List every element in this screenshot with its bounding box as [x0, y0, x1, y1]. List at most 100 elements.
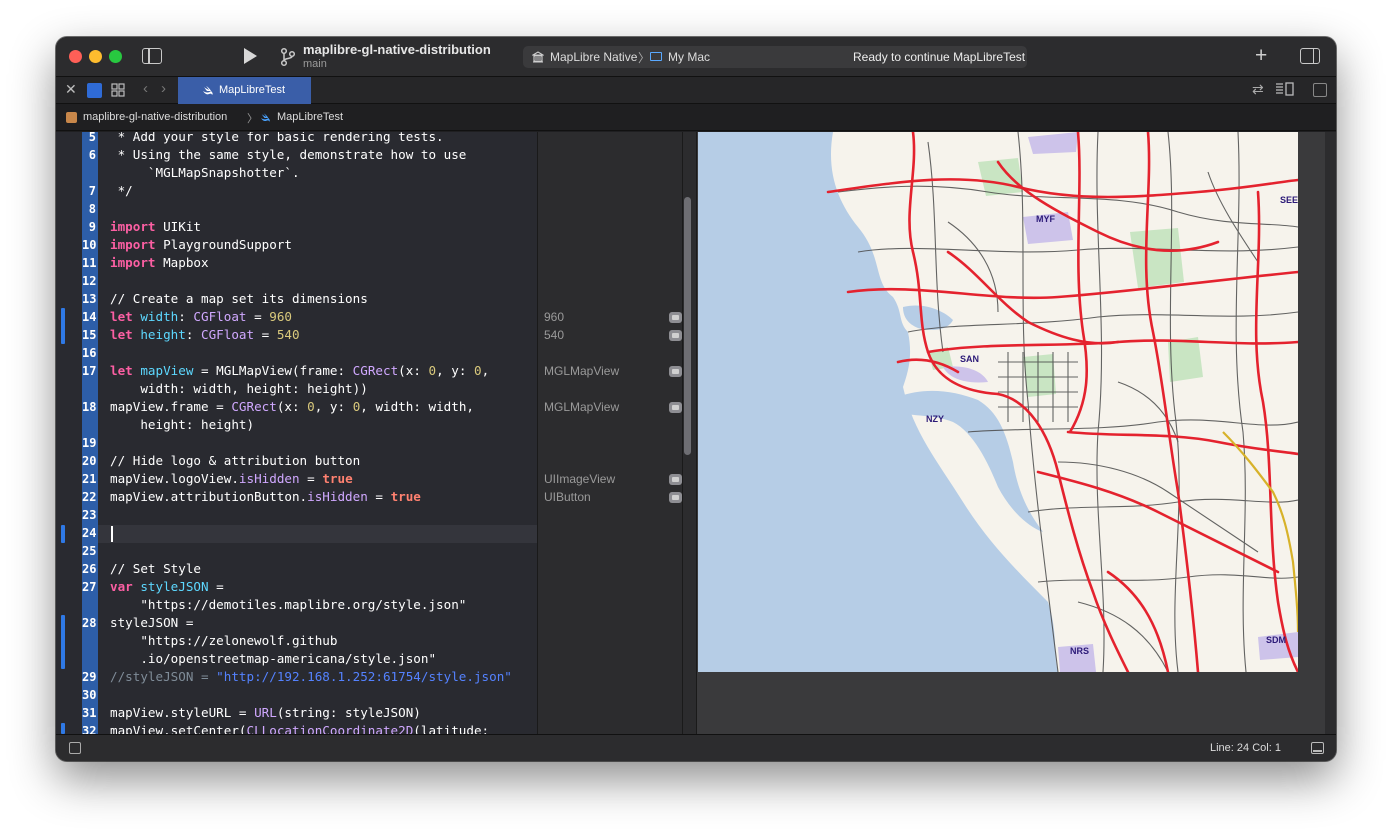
number: 540	[276, 327, 300, 342]
plain: (x:	[398, 363, 429, 378]
type: CGRect	[231, 399, 277, 414]
plain: =	[299, 471, 323, 486]
plain: = MGLMapView(frame:	[193, 363, 353, 378]
code-line: 26 // Set Style	[56, 560, 537, 578]
add-library-button[interactable]: +	[1255, 44, 1267, 68]
line-number: 24	[82, 526, 97, 540]
run-destination[interactable]: My Mac	[668, 50, 710, 64]
line-number: 10	[82, 238, 97, 252]
close-editor-icon[interactable]: ✕	[65, 81, 77, 98]
type: CGFloat	[201, 327, 255, 342]
type: URL	[254, 705, 277, 720]
related-items-icon[interactable]	[87, 83, 102, 98]
inspector-toggle-icon[interactable]	[1300, 48, 1320, 64]
module: UIKit	[155, 219, 201, 234]
result-row: 960	[544, 308, 683, 326]
result-row: UIImageView	[544, 470, 683, 488]
code-text: styleJSON =	[110, 615, 194, 630]
code-line: 28 styleJSON =	[56, 614, 537, 632]
swap-icon[interactable]: ⇄	[1252, 81, 1264, 98]
code-text: //styleJSON = "http://192.168.1.252:6175…	[110, 668, 512, 686]
live-view: MYF SEE SAN NZY SDM NRS	[696, 132, 1336, 734]
code-text: let height: CGFloat = 540	[110, 326, 300, 344]
map-canvas: MYF SEE SAN NZY SDM NRS	[698, 132, 1298, 672]
plain: , width: width,	[360, 399, 475, 414]
zoom-window-button[interactable]	[109, 50, 122, 63]
code-text: mapView.frame = CGRect(x: 0, y: 0, width…	[110, 398, 474, 416]
line-number: 32	[82, 724, 97, 734]
building-icon	[532, 51, 544, 63]
add-editor-icon[interactable]	[1313, 83, 1327, 97]
quick-look-icon[interactable]	[669, 474, 682, 485]
plain: mapView.attributionButton.	[110, 489, 308, 504]
code-line: height: height)	[56, 416, 537, 434]
keyword: let	[110, 327, 133, 342]
airport-label-myf: MYF	[1036, 214, 1056, 224]
line-number: 26	[82, 562, 97, 576]
result-value: UIImageView	[544, 472, 616, 486]
line-number: 18	[82, 400, 97, 414]
cursor-position: Line: 24 Col: 1	[1210, 742, 1281, 754]
grid-icon[interactable]	[111, 83, 125, 97]
comment-url: "http://192.168.1.252:61754/style.json"	[216, 669, 512, 684]
navigator-toggle-icon[interactable]	[142, 48, 162, 64]
code-line: 29 //styleJSON = "http://192.168.1.252:61…	[56, 668, 537, 686]
breadcrumb-project[interactable]: maplibre-gl-native-distribution	[83, 111, 227, 123]
navigate-back-icon[interactable]: ‹	[143, 80, 148, 97]
swift-file-icon	[260, 113, 270, 122]
plain: mapView.logoView.	[110, 471, 239, 486]
code-line: 18 mapView.frame = CGRect(x: 0, y: 0, wid…	[56, 398, 537, 416]
code-line: "https://zelonewolf.github	[56, 632, 537, 650]
plain: mapView.frame =	[110, 399, 232, 414]
title-bar: maplibre-gl-native-distribution main Map…	[56, 37, 1336, 77]
run-button-play-icon[interactable]	[244, 48, 257, 64]
literal: true	[322, 471, 353, 486]
mission-bay	[903, 305, 953, 330]
code-line: 13 // Create a map set its dimensions	[56, 290, 537, 308]
console-toggle-icon[interactable]	[1311, 742, 1324, 754]
close-window-button[interactable]	[69, 50, 82, 63]
breadcrumb-file[interactable]: MapLibreTest	[277, 111, 343, 123]
live-view-scroll-track[interactable]	[1325, 132, 1336, 734]
plain: , y:	[436, 363, 475, 378]
code-text: * Add your style for basic rendering tes…	[110, 132, 444, 144]
tab-maplibretest[interactable]: MapLibreTest	[178, 77, 311, 104]
punct: =	[254, 327, 277, 342]
navigate-forward-icon[interactable]: ›	[161, 80, 166, 97]
project-name[interactable]: maplibre-gl-native-distribution	[303, 42, 491, 57]
line-number: 31	[82, 706, 97, 720]
line-number: 5	[88, 132, 96, 144]
quick-look-icon[interactable]	[669, 402, 682, 413]
line-number: 19	[82, 436, 97, 450]
number: 960	[269, 309, 292, 324]
code-line: 14 let width: CGFloat = 960	[56, 308, 537, 326]
code-line: 22 mapView.attributionButton.isHidden = t…	[56, 488, 537, 506]
quick-look-icon[interactable]	[669, 366, 682, 377]
debug-area-toggle-icon[interactable]	[69, 742, 81, 754]
line-number: 9	[88, 220, 96, 234]
code-line: 16	[56, 344, 537, 362]
plain: =	[367, 489, 391, 504]
code-text: * Using the same style, demonstrate how …	[110, 147, 467, 162]
code-line: 11 import Mapbox	[56, 254, 537, 272]
code-line: 8	[56, 200, 537, 218]
code-text: let width: CGFloat = 960	[110, 308, 292, 326]
property: isHidden	[238, 471, 300, 486]
code-line: 5 * Add your style for basic rendering t…	[56, 132, 537, 146]
minimize-window-button[interactable]	[89, 50, 102, 63]
quick-look-icon[interactable]	[669, 330, 682, 341]
quick-look-icon[interactable]	[669, 492, 682, 503]
map-view[interactable]: MYF SEE SAN NZY SDM NRS	[698, 132, 1298, 672]
text-cursor	[111, 526, 113, 542]
editor-scrollbar-thumb[interactable]	[684, 197, 691, 455]
code-line: 6 * Using the same style, demonstrate ho…	[56, 146, 537, 164]
scheme-selector[interactable]: MapLibre Native	[550, 50, 637, 64]
source-editor[interactable]: 5 * Add your style for basic rendering t…	[56, 132, 537, 734]
quick-look-icon[interactable]	[669, 312, 682, 323]
code-line: `MGLMapSnapshotter`.	[56, 164, 537, 182]
line-number: 6	[88, 148, 96, 162]
code-line: 7 */	[56, 182, 537, 200]
activity-scheme-bar[interactable]: MapLibre Native 〉 My Mac Ready to contin…	[523, 46, 1027, 68]
editor-options-icon[interactable]	[1275, 82, 1295, 96]
line-number: 20	[82, 454, 97, 468]
